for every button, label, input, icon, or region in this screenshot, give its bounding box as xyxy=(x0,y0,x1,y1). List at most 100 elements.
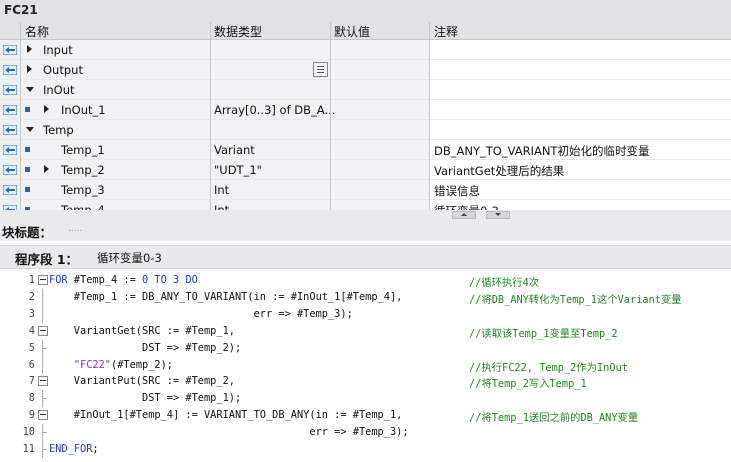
fold-guide xyxy=(42,356,43,374)
code-text[interactable]: END_FOR; xyxy=(49,443,99,455)
fold-toggle-icon[interactable] xyxy=(38,275,48,285)
code-line[interactable]: 8 DST => #Temp_1); xyxy=(0,390,731,408)
code-comment[interactable]: //循环执行4次 xyxy=(469,274,539,289)
code-comment[interactable]: //执行FC22, Temp_2作为InOut xyxy=(469,359,628,374)
code-text[interactable]: VariantGet(SRC := #Temp_1, xyxy=(49,325,235,337)
line-number: 1 xyxy=(28,274,35,286)
code-text[interactable]: err => #Temp_3); xyxy=(49,308,353,320)
expand-triangle-icon[interactable] xyxy=(27,65,32,73)
code-comment[interactable]: //将Temp_1送回之前的DB_ANY变量 xyxy=(469,409,638,424)
fold-toggle-icon[interactable] xyxy=(38,410,48,421)
code-line[interactable]: 9 #InOut_1[#Temp_4] := VARIANT_TO_DB_ANY… xyxy=(0,407,731,424)
column-header-type[interactable]: 数据类型 xyxy=(214,23,262,40)
interface-row[interactable]: InOut xyxy=(0,80,731,100)
fold-end-guide xyxy=(42,339,47,357)
code-text[interactable]: "FC22"(#Temp_2); xyxy=(49,359,173,371)
fold-end-guide xyxy=(42,441,47,458)
expand-triangle-icon[interactable] xyxy=(44,105,49,113)
interface-row[interactable]: Input xyxy=(0,40,731,60)
param-name[interactable]: InOut xyxy=(43,83,75,97)
type-dropdown-button[interactable] xyxy=(313,62,328,77)
code-line[interactable]: 5 DST => #Temp_2); xyxy=(0,339,731,357)
code-text[interactable]: DST => #Temp_1); xyxy=(49,392,241,404)
column-header-comment[interactable]: 注释 xyxy=(434,23,458,40)
param-name[interactable]: Temp_1 xyxy=(61,143,105,157)
param-name[interactable]: Temp_3 xyxy=(61,183,105,197)
code-text[interactable]: #Temp_1 := DB_ANY_TO_VARIANT(in := #InOu… xyxy=(49,291,403,303)
line-number: 2 xyxy=(28,290,35,303)
code-text[interactable]: DST => #Temp_2); xyxy=(49,342,241,354)
param-type[interactable]: Variant xyxy=(214,143,255,157)
code-comment[interactable]: //将Temp_2写入Temp_1 xyxy=(469,375,587,390)
param-type[interactable]: Array[0..3] of DB_A... xyxy=(214,103,335,117)
code-line[interactable]: 10 err => #Temp_3); xyxy=(0,424,731,442)
code-comment[interactable]: //将DB_ANY转化为Temp_1这个Variant变量 xyxy=(469,291,682,306)
row-header[interactable] xyxy=(0,140,20,159)
network-title[interactable]: 循环变量0-3 xyxy=(97,250,162,266)
param-name[interactable]: Temp xyxy=(43,123,74,137)
fold-guide xyxy=(42,305,43,323)
member-square-icon xyxy=(25,187,30,192)
param-comment[interactable]: DB_ANY_TO_VARIANT初始化的临时变量 xyxy=(434,143,649,159)
row-header[interactable] xyxy=(0,80,20,99)
row-header[interactable] xyxy=(0,120,20,139)
code-line[interactable]: 1 FOR #Temp_4 := 0 TO 3 DO //循环执行4次 xyxy=(0,272,731,289)
line-number: 11 xyxy=(22,443,35,455)
parameter-icon xyxy=(2,44,18,56)
line-number: 8 xyxy=(28,392,35,405)
column-header-name[interactable]: 名称 xyxy=(25,23,49,40)
interface-table: 名称 数据类型 默认值 注释 Input Output InOut InOut_1 Ar… xyxy=(0,22,731,220)
param-type[interactable]: "UDT_1" xyxy=(214,163,262,177)
code-line[interactable]: 11 END_FOR; xyxy=(0,441,731,458)
param-name[interactable]: Temp_2 xyxy=(61,163,105,177)
interface-row[interactable]: Output xyxy=(0,60,731,80)
interface-row[interactable]: Temp xyxy=(0,120,731,140)
param-type[interactable]: Int xyxy=(214,183,229,197)
scl-code-editor[interactable]: 1 FOR #Temp_4 := 0 TO 3 DO//循环执行4次 2 #Temp… xyxy=(0,268,731,462)
code-text[interactable]: FOR #Temp_4 := 0 TO 3 DO xyxy=(49,274,198,286)
expand-triangle-icon[interactable] xyxy=(27,45,32,53)
code-line[interactable]: 3 err => #Temp_3); xyxy=(0,305,731,323)
code-line[interactable]: 7 VariantPut(SRC := #Temp_2, //将Temp_2写入T… xyxy=(0,373,731,390)
row-header[interactable] xyxy=(0,160,20,179)
param-name[interactable]: InOut_1 xyxy=(61,103,106,117)
block-heading-input[interactable]: ..... xyxy=(68,224,82,234)
collapse-triangle-icon[interactable] xyxy=(26,87,34,92)
interface-row[interactable]: Temp_3 Int 错误信息 xyxy=(0,180,731,200)
param-name[interactable]: Output xyxy=(43,63,83,77)
interface-row[interactable]: Temp_2 "UDT_1" VariantGet处理后的结果 xyxy=(0,160,731,180)
block-title: FC21 xyxy=(4,3,38,17)
collapse-triangle-icon[interactable] xyxy=(26,127,34,132)
param-comment[interactable]: 错误信息 xyxy=(434,183,480,199)
parameter-icon xyxy=(2,84,18,96)
row-header[interactable] xyxy=(0,60,20,79)
code-line[interactable]: 4 VariantGet(SRC := #Temp_1, //读取该Temp_1变… xyxy=(0,323,731,340)
fold-toggle-icon[interactable] xyxy=(38,376,48,387)
block-title-bar: FC21 xyxy=(0,0,731,23)
code-comment[interactable]: //读取该Temp_1变量至Temp_2 xyxy=(469,325,618,340)
code-text[interactable]: VariantPut(SRC := #Temp_2, xyxy=(49,375,235,387)
code-line[interactable]: 2 #Temp_1 := DB_ANY_TO_VARIANT(in := #In… xyxy=(0,288,731,306)
splitter-bar[interactable] xyxy=(0,210,731,219)
network-label: 程序段 1： xyxy=(15,252,79,267)
param-name[interactable]: Input xyxy=(43,43,73,57)
line-number: 10 xyxy=(22,426,35,439)
code-text[interactable]: #InOut_1[#Temp_4] := VARIANT_TO_DB_ANY(i… xyxy=(49,409,403,421)
param-comment[interactable]: VariantGet处理后的结果 xyxy=(434,163,564,179)
row-header[interactable] xyxy=(0,40,20,59)
code-line[interactable]: 6 "FC22"(#Temp_2); //执行FC22, Temp_2作为InOu… xyxy=(0,356,731,374)
interface-row[interactable]: InOut_1 Array[0..3] of DB_A... xyxy=(0,100,731,120)
line-number: 6 xyxy=(28,358,35,371)
expand-triangle-icon[interactable] xyxy=(44,165,49,173)
collapse-up-button[interactable] xyxy=(452,211,476,219)
fold-end-guide xyxy=(42,390,47,408)
column-header-default[interactable]: 默认值 xyxy=(334,23,370,40)
code-text[interactable]: err => #Temp_3); xyxy=(49,426,408,438)
interface-row[interactable]: Temp_1 Variant DB_ANY_TO_VARIANT初始化的临时变量 xyxy=(0,140,731,160)
row-header[interactable] xyxy=(0,180,20,199)
parameter-icon xyxy=(2,104,18,116)
collapse-down-button[interactable] xyxy=(486,211,510,219)
fold-toggle-icon[interactable] xyxy=(38,325,48,336)
line-number: 7 xyxy=(28,375,35,388)
row-header[interactable] xyxy=(0,100,20,119)
